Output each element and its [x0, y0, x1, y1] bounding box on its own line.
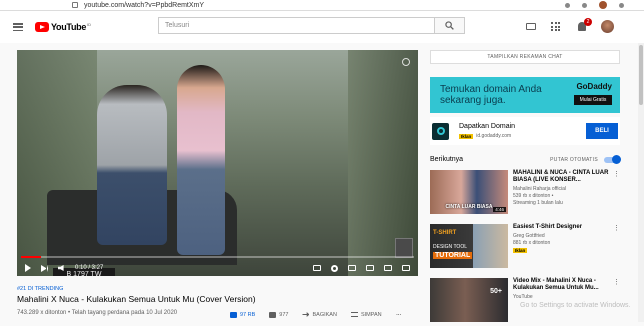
ad-banner-cta[interactable]: Mulai Gratis — [574, 95, 612, 105]
video-item-title: Easiest T-Shirt Designer — [513, 224, 583, 230]
thumbs-up-icon — [230, 311, 237, 318]
list-item[interactable]: CINTA LUAR BIASA 4:46 MAHALINI & NUCA - … — [430, 170, 620, 218]
thumbs-down-icon — [269, 311, 277, 318]
dislike-button[interactable]: 977 — [269, 311, 289, 318]
ad-domain: id.godaddy.com — [476, 133, 512, 139]
share-icon — [302, 312, 310, 317]
video-item-title: Video Mix - Mahalini X Nuca - Kulakukan … — [513, 278, 599, 291]
cast-icon[interactable] — [384, 265, 392, 271]
channel-watermark[interactable] — [395, 238, 413, 258]
notification-badge: 2 — [584, 18, 592, 26]
create-video-button[interactable] — [526, 21, 537, 32]
hamburger-menu-icon[interactable] — [13, 23, 23, 31]
logo-text: YouTube — [51, 22, 87, 32]
list-item[interactable]: T-SHIRT DESIGN TOOL TUTORIAL Easiest T-S… — [430, 224, 620, 272]
video-item-channel: YouTube — [513, 294, 533, 300]
progress-fill — [21, 256, 41, 258]
video-item-stats: 539 rb x ditonton • — [513, 193, 554, 199]
video-actions: 97 RB 977 BAGIKAN SIMPAN ··· — [230, 310, 402, 319]
share-label: BAGIKAN — [312, 311, 337, 318]
subtitles-icon[interactable] — [313, 265, 321, 271]
video-item-stream-date: Streaming 1 bulan lalu — [513, 200, 563, 206]
scene-woman — [177, 65, 225, 255]
autoplay-toggle[interactable] — [604, 154, 621, 164]
save-button[interactable]: SIMPAN — [350, 311, 382, 318]
search-input[interactable]: Telusuri — [158, 17, 435, 34]
youtube-play-icon — [35, 22, 49, 32]
more-options-icon[interactable]: ⋮ — [613, 278, 620, 286]
player-controls: 0:10 / 3:27 — [17, 260, 418, 276]
fullscreen-icon[interactable] — [402, 265, 410, 271]
mix-count: 50+ — [490, 288, 502, 295]
play-icon[interactable] — [25, 264, 31, 272]
playlist-add-icon — [350, 312, 358, 317]
video-thumbnail[interactable]: 50+ — [430, 278, 508, 322]
share-button[interactable]: BAGIKAN — [302, 311, 337, 318]
ad-banner[interactable]: Temukan domain Anda sekarang juga. GoDad… — [430, 77, 620, 113]
volume-muted-icon[interactable] — [58, 265, 64, 271]
user-avatar[interactable] — [601, 20, 614, 33]
page-scrollbar[interactable] — [638, 43, 644, 322]
ad-card-title: Dapatkan Domain — [459, 123, 516, 130]
up-next-label: Berikutnya — [430, 156, 464, 163]
thumbnail-line2: DESIGN TOOL — [433, 244, 467, 250]
show-chat-replay-button[interactable]: TAMPILKAN REKAMAN CHAT — [430, 50, 620, 64]
save-label: SIMPAN — [360, 311, 382, 318]
video-item-stats: 881 rb x ditonton — [513, 240, 551, 246]
sidebar: TAMPILKAN REKAMAN CHAT Temukan domain An… — [430, 50, 621, 326]
more-options-icon[interactable]: ⋮ — [613, 224, 620, 232]
theater-mode-icon[interactable] — [366, 265, 374, 271]
video-player[interactable]: B 1797 TW 0:10 / 3:27 — [17, 50, 418, 276]
video-camera-icon — [526, 23, 536, 30]
video-meta: 743.289 x ditonton • Telah tayang perdan… — [17, 310, 178, 316]
camera-icon[interactable] — [565, 2, 570, 8]
trending-tag[interactable]: #21 DI TRENDING — [17, 286, 63, 292]
thumbnail-line1: T-SHIRT — [433, 230, 457, 236]
video-thumbnail[interactable]: T-SHIRT DESIGN TOOL TUTORIAL — [430, 224, 508, 268]
video-item-channel: Mahalini Raharja official — [513, 186, 566, 192]
scene-man — [97, 85, 167, 245]
video-item-title: MAHALINI & NUCA - CINTA LUAR BIASA (LIVE… — [513, 170, 609, 183]
more-actions-icon[interactable]: ··· — [396, 310, 402, 319]
windows-activation-watermark: Go to Settings to activate Windows. — [520, 302, 631, 309]
buy-button[interactable]: BELI — [586, 123, 618, 139]
video-item-channel: Greg Gottfried — [513, 233, 545, 239]
ad-badge: Iklan — [459, 133, 474, 139]
ad-badge: Iklan — [513, 248, 528, 253]
apps-grid-icon — [551, 22, 562, 31]
more-options-icon[interactable]: ⋮ — [613, 170, 620, 178]
youtube-logo[interactable]: YouTube ID — [35, 22, 91, 32]
notifications-button[interactable]: 2 — [576, 18, 592, 32]
ad-brand-logo: GoDaddy — [576, 82, 612, 91]
lock-icon — [72, 2, 78, 8]
thumbnail-line3: TUTORIAL — [433, 252, 473, 259]
godaddy-logo-icon — [432, 122, 449, 140]
dislike-count: 977 — [279, 311, 289, 318]
time-display: 0:10 / 3:27 — [75, 265, 104, 271]
like-count: 97 RB — [240, 311, 256, 318]
ad-card[interactable]: Dapatkan Domain Iklan id.godaddy.com BELI — [430, 117, 620, 145]
progress-bar[interactable] — [21, 256, 414, 258]
star-icon[interactable] — [582, 2, 587, 8]
info-icon[interactable] — [402, 58, 410, 66]
video-title: Mahalini X Nuca - Kulakukan Semua Untuk … — [17, 294, 256, 304]
browser-menu-icon[interactable] — [619, 2, 624, 8]
autoplay-label: PUTAR OTOMATIS — [550, 156, 598, 163]
apps-button[interactable] — [551, 21, 562, 32]
logo-country: ID — [87, 21, 92, 27]
browser-bar: youtube.com/watch?v=PpbdRemtXmY — [0, 0, 644, 11]
search-icon — [445, 21, 454, 30]
miniplayer-icon[interactable] — [348, 265, 356, 271]
settings-gear-icon[interactable] — [331, 264, 338, 272]
ad-banner-text: Temukan domain Anda sekarang juga. — [440, 84, 542, 106]
address-bar[interactable]: youtube.com/watch?v=PpbdRemtXmY — [84, 2, 204, 9]
next-icon[interactable] — [41, 264, 48, 272]
youtube-header: YouTube ID Telusuri 2 — [0, 11, 644, 43]
browser-profile-avatar[interactable] — [599, 1, 607, 9]
video-thumbnail[interactable]: CINTA LUAR BIASA 4:46 — [430, 170, 508, 214]
search-button[interactable] — [435, 17, 465, 34]
video-duration: 4:46 — [493, 207, 506, 212]
scrollbar-thumb[interactable] — [639, 45, 643, 105]
like-button[interactable]: 97 RB — [230, 311, 256, 318]
